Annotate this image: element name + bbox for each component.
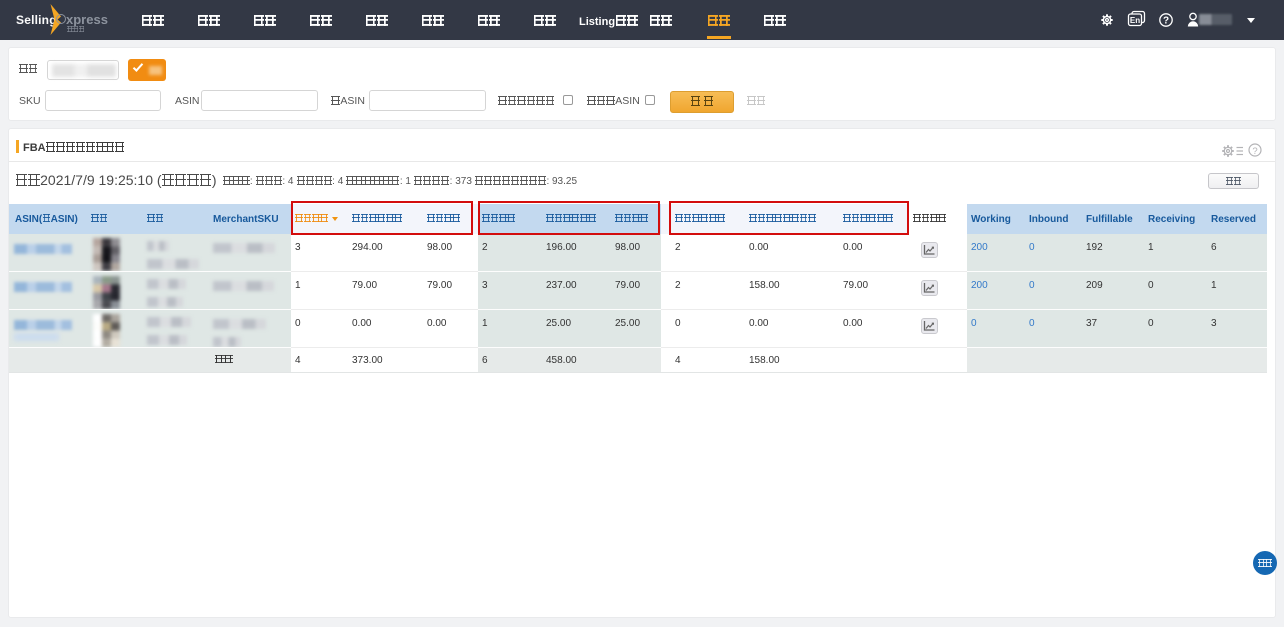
svg-text:En: En [1130, 16, 1140, 25]
svg-text:?: ? [1252, 146, 1257, 157]
svg-text:?: ? [1163, 16, 1169, 27]
